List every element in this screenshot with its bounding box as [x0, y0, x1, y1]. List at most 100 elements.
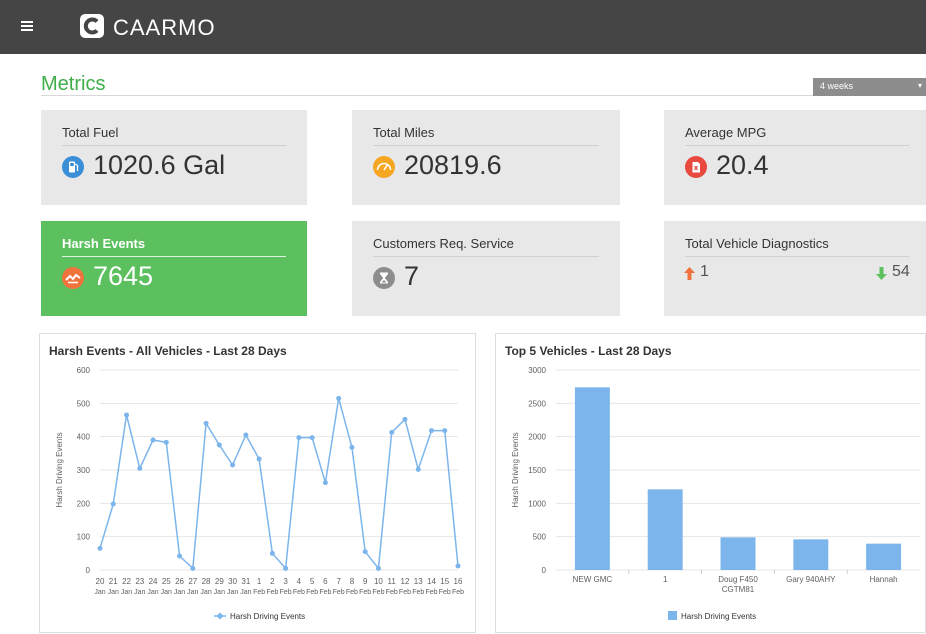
total-vehicle-diagnostics-card[interactable]: Total Vehicle Diagnostics 1 54	[664, 221, 926, 316]
data-point	[230, 462, 236, 468]
x-tick-label: 1	[257, 577, 262, 586]
data-point	[428, 428, 434, 434]
x-tick-sublabel: Feb	[372, 589, 384, 596]
x-tick-sublabel: Feb	[386, 589, 398, 596]
x-tick-sublabel: Jan	[240, 589, 251, 596]
harsh-events-line-chart[interactable]: 0 100 200 300 400 500 600 Harsh Driving Events 2…	[40, 334, 477, 634]
x-tick-label: CGTM81	[722, 585, 755, 594]
x-tick-sublabel: Jan	[214, 589, 225, 596]
average-mpg-card[interactable]: Average MPG 20.4	[664, 110, 926, 205]
card-label: Customers Req. Service	[373, 236, 514, 251]
y-tick-label: 2000	[528, 433, 546, 442]
harsh-events-card[interactable]: Harsh Events 7645	[41, 221, 307, 316]
brand-name[interactable]: CAARMO	[113, 15, 216, 41]
hourglass-icon	[373, 267, 395, 289]
data-point	[124, 412, 130, 418]
data-point	[163, 439, 169, 445]
total-miles-card[interactable]: Total Miles 20819.6	[352, 110, 620, 205]
card-divider	[685, 145, 909, 146]
x-tick-sublabel: Feb	[253, 589, 265, 596]
x-tick-sublabel: Jan	[161, 589, 172, 596]
bar	[720, 537, 756, 570]
fuel-can-icon	[685, 156, 707, 178]
x-tick-label: 24	[149, 577, 158, 586]
x-tick-label: 13	[414, 577, 423, 586]
diagnostics-up-value: 1	[700, 263, 709, 280]
x-tick-sublabel: Jan	[108, 589, 119, 596]
y-tick-label: 300	[77, 466, 91, 475]
arrow-down-icon	[876, 267, 887, 280]
card-divider	[373, 256, 599, 257]
data-point	[336, 395, 342, 401]
card-value: 1020.6 Gal	[93, 150, 226, 180]
x-tick-label: 30	[228, 577, 237, 586]
hamburger-menu-icon[interactable]	[21, 21, 33, 31]
data-point	[362, 549, 368, 555]
y-tick-label: 3000	[528, 366, 546, 375]
bar	[647, 489, 683, 570]
y-tick-label: 1500	[528, 466, 546, 475]
data-point	[375, 565, 381, 571]
y-axis-label: Harsh Driving Events	[511, 432, 520, 507]
data-point	[296, 435, 302, 441]
data-point	[455, 563, 461, 569]
x-tick-sublabel: Jan	[187, 589, 198, 596]
x-tick-sublabel: Feb	[293, 589, 305, 596]
data-point	[150, 437, 156, 443]
x-tick-sublabel: Feb	[359, 589, 371, 596]
data-point	[322, 480, 328, 486]
x-tick-label: 7	[336, 577, 341, 586]
x-tick-sublabel: Feb	[399, 589, 411, 596]
x-tick-label: 6	[323, 577, 328, 586]
x-tick-sublabel: Jan	[227, 589, 238, 596]
x-tick-label: 3	[283, 577, 288, 586]
x-tick-sublabel: Jan	[134, 589, 145, 596]
total-fuel-card[interactable]: Total Fuel 1020.6 Gal	[41, 110, 307, 205]
y-tick-label: 0	[86, 566, 91, 575]
y-tick-label: 2500	[528, 399, 546, 408]
legend-marker	[216, 612, 224, 620]
data-point	[442, 428, 448, 434]
legend-label: Harsh Driving Events	[230, 612, 305, 621]
x-tick-label: 10	[374, 577, 383, 586]
card-value: 7645	[93, 261, 154, 291]
bar	[793, 539, 829, 570]
x-tick-label: 15	[440, 577, 449, 586]
data-point	[177, 553, 183, 559]
card-divider	[373, 145, 599, 146]
card-label: Total Fuel	[62, 125, 119, 140]
chevron-down-icon: ▾	[917, 81, 922, 90]
x-tick-label: 26	[175, 577, 184, 586]
x-tick-label: 5	[310, 577, 315, 586]
customers-req-service-card[interactable]: Customers Req. Service 7	[352, 221, 620, 316]
x-tick-sublabel: Feb	[306, 589, 318, 596]
series-line	[99, 398, 459, 571]
data-point	[203, 420, 209, 426]
x-tick-label: 20	[96, 577, 105, 586]
x-tick-sublabel: Jan	[147, 589, 158, 596]
top-5-vehicles-bar-chart-panel: Top 5 Vehicles - Last 28 Days 0 500 1000 15…	[495, 333, 926, 633]
top-5-vehicles-bar-chart[interactable]: 0 500 1000 1500 2000 2500 3000 Harsh Driving Ev…	[496, 334, 926, 634]
x-tick-label: 21	[109, 577, 118, 586]
period-select-value: 4 weeks	[820, 81, 854, 91]
arrow-up-icon	[684, 267, 695, 280]
y-tick-label: 100	[77, 533, 91, 542]
data-point	[243, 432, 249, 438]
top-navigation-bar: CAARMO	[0, 0, 926, 54]
x-tick-sublabel: Jan	[200, 589, 211, 596]
title-divider	[41, 95, 926, 96]
card-divider	[62, 256, 286, 257]
y-tick-label: 500	[533, 533, 547, 542]
y-tick-label: 200	[77, 499, 91, 508]
card-label: Harsh Events	[62, 236, 146, 251]
data-point	[389, 429, 395, 435]
x-tick-label: Gary 940AHY	[786, 575, 836, 584]
legend-label: Harsh Driving Events	[681, 612, 756, 621]
caarmo-logo-icon[interactable]	[79, 13, 105, 39]
x-tick-label: 29	[215, 577, 224, 586]
x-tick-label: 31	[241, 577, 250, 586]
x-tick-label: 8	[350, 577, 355, 586]
y-tick-label: 0	[542, 566, 547, 575]
period-select[interactable]: 4 weeks ▾	[813, 78, 926, 96]
card-value: 20819.6	[404, 150, 502, 180]
